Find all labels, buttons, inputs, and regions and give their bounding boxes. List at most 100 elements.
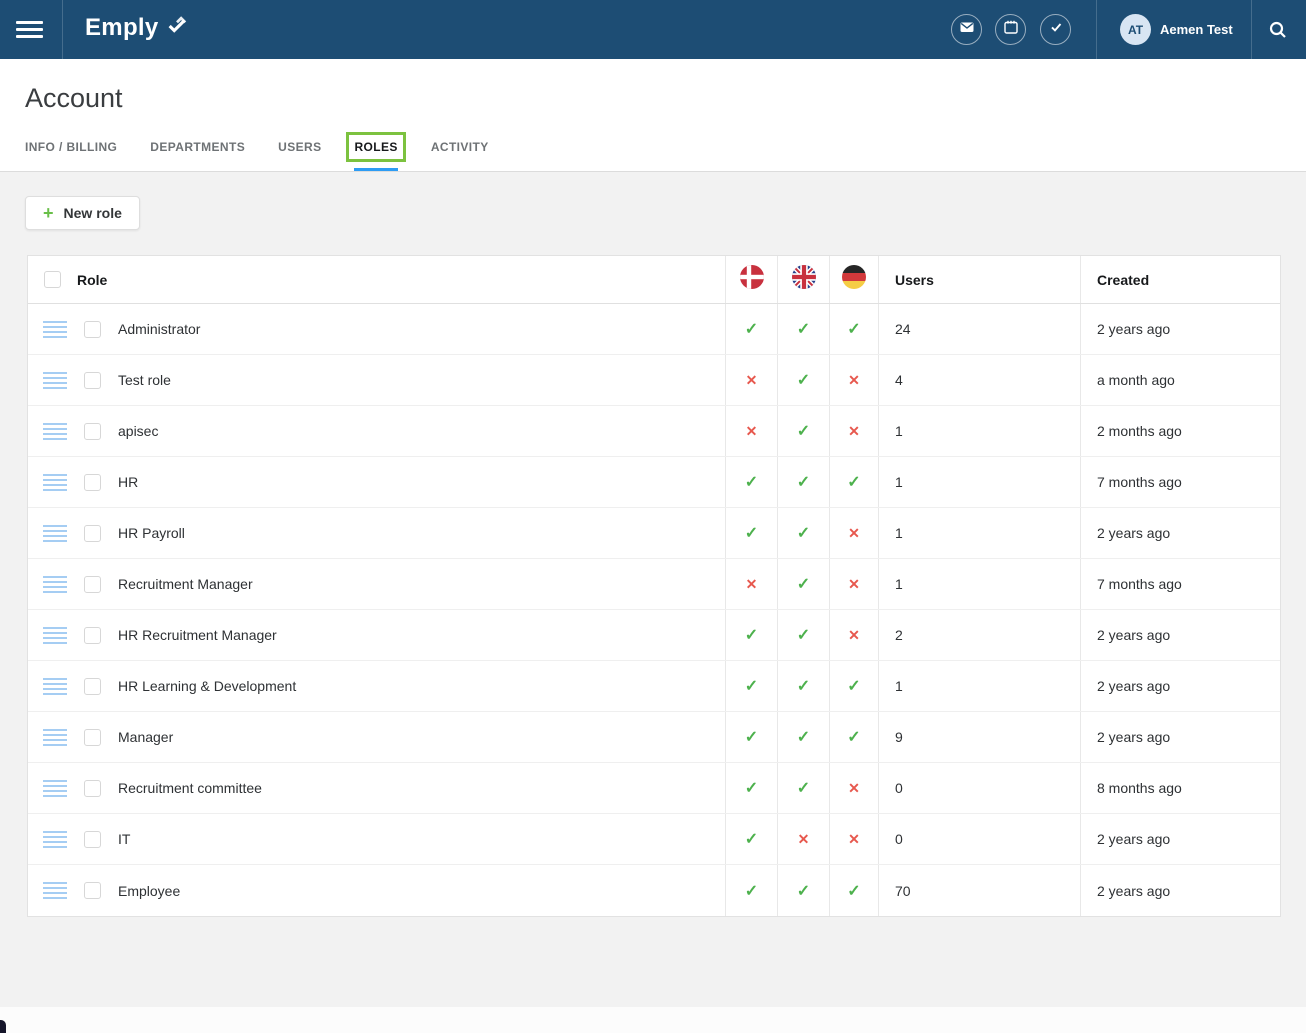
user-avatar[interactable]: AT [1120, 14, 1151, 45]
lang-english-cell: ✓ [777, 610, 829, 660]
search-icon[interactable] [1268, 20, 1288, 40]
created-at: 2 years ago [1097, 678, 1170, 694]
role-name[interactable]: Manager [118, 729, 173, 745]
check-icon: ✓ [797, 881, 810, 901]
lang-danish-cell: ✓ [725, 712, 777, 762]
brand-logo[interactable]: Emply [85, 14, 188, 42]
check-icon: ✓ [797, 370, 810, 390]
cross-icon: ✕ [746, 372, 758, 389]
uk-flag-icon [792, 265, 816, 294]
role-name[interactable]: HR [118, 474, 138, 490]
drag-handle-icon[interactable] [43, 678, 67, 695]
lang-danish-cell: ✕ [725, 355, 777, 405]
row-checkbox[interactable] [84, 423, 101, 440]
tab-bar: INFO / BILLING DEPARTMENTS USERS ROLES A… [25, 140, 489, 171]
row-checkbox[interactable] [84, 678, 101, 695]
table-body: Administrator ✓ ✓ ✓ 24 2 years ago Test … [28, 304, 1280, 916]
check-icon: ✓ [745, 881, 758, 901]
table-row: Test role ✕ ✓ ✕ 4 a month ago [28, 355, 1280, 406]
lang-english-cell: ✓ [777, 865, 829, 916]
role-name[interactable]: Administrator [118, 321, 200, 337]
user-name[interactable]: Aemen Test [1160, 0, 1233, 59]
check-icon: ✓ [745, 319, 758, 339]
check-icon: ✓ [745, 625, 758, 645]
drag-handle-icon[interactable] [43, 321, 67, 338]
tab-roles[interactable]: ROLES [354, 140, 397, 171]
table-row: HR ✓ ✓ ✓ 1 7 months ago [28, 457, 1280, 508]
page-header: Account INFO / BILLING DEPARTMENTS USERS… [0, 59, 1306, 172]
role-name[interactable]: HR Payroll [118, 525, 185, 541]
table-row: Administrator ✓ ✓ ✓ 24 2 years ago [28, 304, 1280, 355]
row-checkbox[interactable] [84, 729, 101, 746]
row-checkbox[interactable] [84, 321, 101, 338]
lang-english-cell: ✓ [777, 457, 829, 507]
tab-users[interactable]: USERS [278, 140, 321, 171]
drag-handle-icon[interactable] [43, 882, 67, 899]
row-checkbox[interactable] [84, 831, 101, 848]
new-role-label: New role [64, 205, 122, 221]
calendar-button[interactable] [995, 14, 1026, 45]
tab-info-billing[interactable]: INFO / BILLING [25, 140, 117, 171]
check-icon: ✓ [797, 778, 810, 798]
drag-handle-icon[interactable] [43, 474, 67, 491]
row-checkbox[interactable] [84, 627, 101, 644]
created-at: 2 years ago [1097, 831, 1170, 847]
role-name[interactable]: IT [118, 831, 130, 847]
role-name[interactable]: HR Recruitment Manager [118, 627, 277, 643]
hamburger-menu-icon[interactable] [16, 21, 43, 38]
row-checkbox[interactable] [84, 780, 101, 797]
top-navbar: Emply AT A [0, 0, 1306, 59]
lang-english-cell: ✓ [777, 559, 829, 609]
roles-table: Role [27, 255, 1281, 917]
check-icon: ✓ [797, 319, 810, 339]
row-checkbox[interactable] [84, 576, 101, 593]
row-checkbox[interactable] [84, 882, 101, 899]
drag-handle-icon[interactable] [43, 423, 67, 440]
role-name[interactable]: apisec [118, 423, 158, 439]
cross-icon: ✕ [848, 576, 860, 593]
cross-icon: ✕ [746, 576, 758, 593]
lang-danish-cell: ✓ [725, 304, 777, 354]
created-at: 2 months ago [1097, 423, 1182, 439]
lang-german-cell: ✕ [829, 763, 878, 813]
lang-german-cell: ✕ [829, 559, 878, 609]
check-icon: ✓ [745, 727, 758, 747]
lang-german-cell: ✕ [829, 814, 878, 864]
cross-icon: ✕ [848, 525, 860, 542]
drag-handle-icon[interactable] [43, 525, 67, 542]
navbar-divider [1096, 0, 1097, 59]
role-name[interactable]: Recruitment Manager [118, 576, 253, 592]
row-checkbox[interactable] [84, 474, 101, 491]
lang-danish-cell: ✓ [725, 814, 777, 864]
row-checkbox[interactable] [84, 525, 101, 542]
users-count: 1 [895, 525, 903, 541]
lang-danish-cell: ✓ [725, 865, 777, 916]
table-row: HR Recruitment Manager ✓ ✓ ✕ 2 2 years a… [28, 610, 1280, 661]
check-icon: ✓ [745, 676, 758, 696]
check-icon: ✓ [797, 727, 810, 747]
drag-handle-icon[interactable] [43, 729, 67, 746]
select-all-checkbox[interactable] [44, 271, 61, 288]
table-row: HR Learning & Development ✓ ✓ ✓ 1 2 year… [28, 661, 1280, 712]
row-checkbox[interactable] [84, 372, 101, 389]
new-role-button[interactable]: + New role [25, 196, 140, 230]
drag-handle-icon[interactable] [43, 576, 67, 593]
drag-handle-icon[interactable] [43, 627, 67, 644]
drag-handle-icon[interactable] [43, 372, 67, 389]
drag-handle-icon[interactable] [43, 831, 67, 848]
role-name[interactable]: Employee [118, 883, 180, 899]
role-name[interactable]: Recruitment committee [118, 780, 262, 796]
lang-german-cell: ✓ [829, 304, 878, 354]
tasks-button[interactable] [1040, 14, 1071, 45]
tab-activity[interactable]: ACTIVITY [431, 140, 489, 171]
mail-button[interactable] [951, 14, 982, 45]
tab-departments[interactable]: DEPARTMENTS [150, 140, 245, 171]
drag-handle-icon[interactable] [43, 780, 67, 797]
lang-danish-cell: ✓ [725, 508, 777, 558]
check-icon: ✓ [745, 829, 758, 849]
lang-english-cell: ✓ [777, 712, 829, 762]
users-count: 1 [895, 474, 903, 490]
role-name[interactable]: Test role [118, 372, 171, 388]
role-name[interactable]: HR Learning & Development [118, 678, 296, 694]
users-count: 1 [895, 576, 903, 592]
